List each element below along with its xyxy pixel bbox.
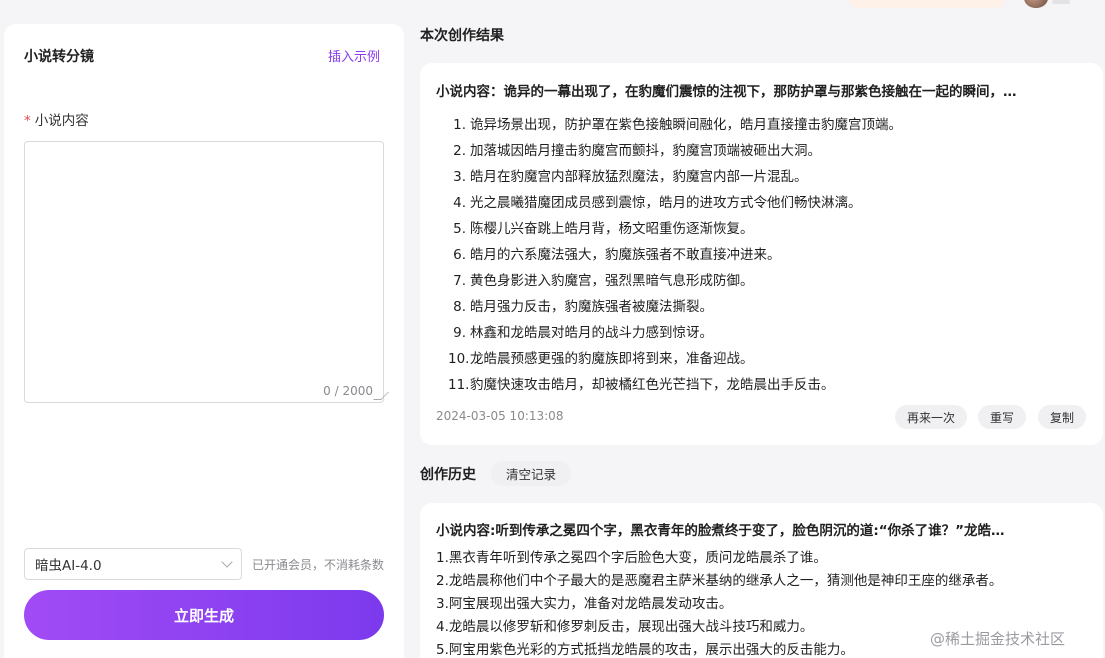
result-item-text: 光之晨曦猎魔团成员感到震惊，皓月的进攻方式令他们畅快淋漓。 [470,195,862,211]
rewrite-button[interactable]: 重写 [978,405,1026,429]
result-item-text: 陈樱儿兴奋跳上皓月背，杨文昭重伤逐渐恢复。 [470,221,754,237]
result-item: 11. 豹魔快速攻击皓月，却被橘红色光芒挡下，龙皓晨出手反击。 [448,372,1087,398]
result-item: 1. 诡异场景出现，防护罩在紫色接触瞬间融化，皓月直接撞击豹魔宫顶端。 [448,112,1087,138]
result-item: 3. 皓月在豹魔宫内部释放猛烈魔法，豹魔宫内部一片混乱。 [448,164,1087,190]
history-section-title: 创作历史 [420,467,476,483]
clear-history-button[interactable]: 清空记录 [491,461,571,486]
member-note: 已开通会员，不消耗条数 [252,558,385,572]
panel-title: 小说转分镜 [24,49,94,65]
result-item-text: 豹魔快速攻击皓月，却被橘红色光芒挡下，龙皓晨出手反击。 [470,377,835,393]
editor-panel: 小说转分镜 插入示例 * 小说内容 0 / 2000 暗虫AI-4.0 已开通会员… [4,24,404,658]
field-label-text: 小说内容 [34,113,89,129]
result-item-text: 黄色身影进入豹魔宫，强烈黑暗气息形成防御。 [470,273,754,289]
result-card: 小说内容：诡异的一幕出现了，在豹魔们震惊的注视下，那防护罩与那紫色接触在一起的瞬… [420,63,1103,445]
result-item-text: 皓月在豹魔宫内部释放猛烈魔法，豹魔宫内部一片混乱。 [470,169,808,185]
retry-button[interactable]: 再来一次 [895,405,967,429]
result-item: 7. 黄色身影进入豹魔宫，强烈黑暗气息形成防御。 [448,268,1087,294]
result-item: 2. 加落城因皓月撞击豹魔宫而颤抖，豹魔宫顶端被砸出大洞。 [448,138,1087,164]
history-heading: 小说内容:听到传承之冕四个字，黑衣青年的脸煮终于变了，脸色阴沉的道:“你杀了谁？… [436,523,1005,539]
result-item-text: 皓月强力反击，豹魔族强者被魔法撕裂。 [470,299,713,315]
user-avatar[interactable] [1024,0,1048,8]
user-menu-indicator [1052,0,1070,4]
model-select[interactable]: 暗虫AI-4.0 [24,548,242,580]
result-list: 1. 诡异场景出现，防护罩在紫色接触瞬间融化，皓月直接撞击豹魔宫顶端。 2. 加落城因… [448,112,1087,398]
result-item-text: 林鑫和龙皓晨对皓月的战斗力感到惊讶。 [470,325,713,341]
result-item-text: 龙皓晨预感更强的豹魔族即将到来，准备迎战。 [470,351,754,367]
result-item-text: 皓月的六系魔法强大，豹魔族强者不敢直接冲进来。 [470,247,781,263]
history-item: 3.阿宝展现出强大实力，准备对龙皓晨发动攻击。 [436,596,733,612]
copy-button[interactable]: 复制 [1038,405,1086,429]
result-item-number: 9. [453,325,466,341]
result-item-number: 8. [453,299,466,315]
generate-button[interactable]: 立即生成 [24,590,384,640]
result-item: 6. 皓月的六系魔法强大，豹魔族强者不敢直接冲进来。 [448,242,1087,268]
chevron-down-icon [221,556,233,568]
novel-content-textarea[interactable]: 0 / 2000 [24,141,389,403]
history-item: 2.龙皓晨称他们中个子最大的是恶魔君主萨米基纳的继承人之一，猜测他是神印王座的继… [436,573,1003,589]
resize-handle[interactable] [373,392,389,400]
result-item-number: 3. [453,169,466,185]
required-mark: * [24,113,31,129]
result-item: 8. 皓月强力反击，豹魔族强者被魔法撕裂。 [448,294,1087,320]
result-timestamp: 2024-03-05 10:13:08 [436,409,564,423]
result-heading: 小说内容：诡异的一幕出现了，在豹魔们震惊的注视下，那防护罩与那紫色接触在一起的瞬… [436,84,1017,100]
result-item-number: 4. [453,195,466,211]
char-count: 0 / 2000 [323,384,373,398]
model-select-value: 暗虫AI-4.0 [35,558,102,574]
result-item-text: 诡异场景出现，防护罩在紫色接触瞬间融化，皓月直接撞击豹魔宫顶端。 [470,117,902,133]
history-item: 1.黑衣青年听到传承之冕四个字后脸色大变，质问龙皓晨杀了谁。 [436,550,827,566]
result-item-number: 7. [453,273,466,289]
result-item: 5. 陈樱儿兴奋跳上皓月背，杨文昭重伤逐渐恢复。 [448,216,1087,242]
result-item: 4. 光之晨曦猎魔团成员感到震惊，皓月的进攻方式令他们畅快淋漓。 [448,190,1087,216]
result-item-number: 5. [453,221,466,237]
result-item-text: 加落城因皓月撞击豹魔宫而颤抖，豹魔宫顶端被砸出大洞。 [470,143,821,159]
result-item: 9. 林鑫和龙皓晨对皓月的战斗力感到惊讶。 [448,320,1087,346]
novel-content-label: * 小说内容 [24,109,89,129]
result-item: 10. 龙皓晨预感更强的豹魔族即将到来，准备迎战。 [448,346,1087,372]
result-item-number: 2. [453,143,466,159]
result-item-number: 1. [453,117,466,133]
watermark-text: @稀土掘金技术社区 [930,630,1066,648]
top-banner-pill [848,0,1006,8]
result-item-number: 10. [448,351,470,367]
result-item-number: 6. [453,247,466,263]
result-section-title: 本次创作结果 [420,28,504,44]
result-item-number: 11. [448,377,470,393]
insert-example-link[interactable]: 插入示例 [328,46,380,65]
